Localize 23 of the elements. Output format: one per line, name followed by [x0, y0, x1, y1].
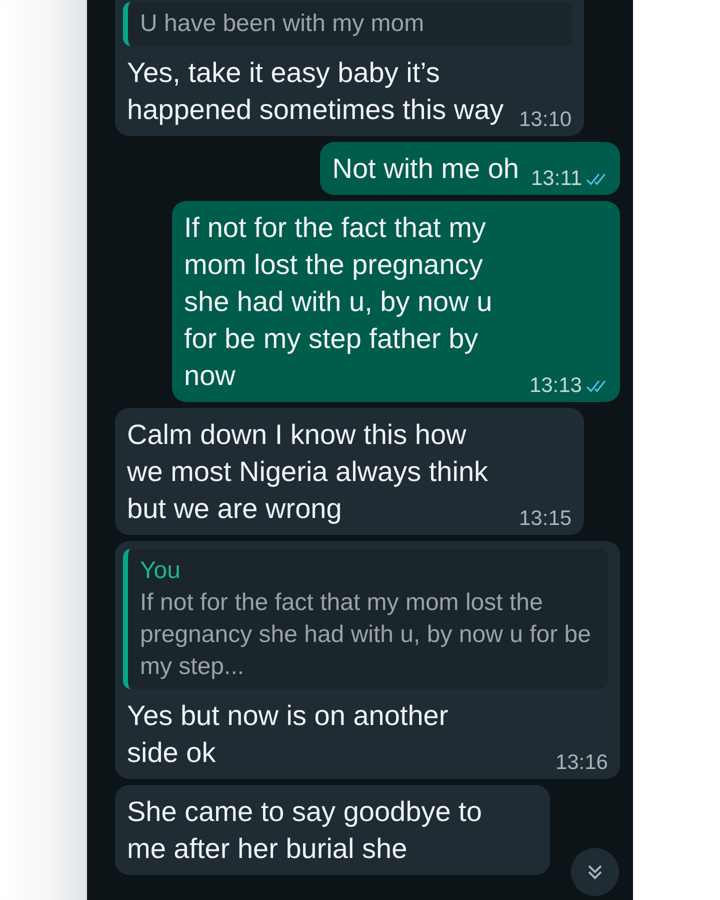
- quote-sender: You: [140, 556, 182, 586]
- message-text: Yes but now is on another side ok: [127, 699, 450, 770]
- message-text: Calm down I know this how we most Nigeria always think but we are wrong: [127, 418, 490, 526]
- message-time: 13:10: [519, 108, 572, 132]
- message-bubble[interactable]: Not with me oh 13:11: [320, 142, 620, 195]
- message-bubble[interactable]: She came to say goodbye to me after her burial she: [115, 785, 550, 875]
- message-bubble[interactable]: Calm down I know this how we most Nigeria always think but we are wrong 13:15: [115, 408, 584, 535]
- message-time: 13:15: [519, 507, 572, 531]
- message-bubble[interactable]: U have been with my mom Yes, take it easy baby it’s happened sometimes this way 13:10: [115, 0, 584, 136]
- message-text: Yes, take it easy baby it’s happened sometimes this way: [127, 56, 505, 127]
- quoted-message[interactable]: You If not for the fact that my mom lost the pregnancy she had with u, by now u for be my step...: [123, 549, 608, 689]
- scroll-down-button[interactable]: [571, 848, 619, 896]
- message-text: Not with me oh: [332, 152, 519, 186]
- message-text: She came to say goodbye to me after her burial she: [127, 795, 483, 866]
- message-time: 13:16: [555, 751, 608, 775]
- quoted-message[interactable]: U have been with my mom: [123, 2, 572, 46]
- message-text: If not for the fact that my mom lost the pregnancy she had with u, by now u for be my step father by now: [184, 211, 494, 393]
- message-time: 13:11: [531, 167, 582, 191]
- message-bubble[interactable]: You If not for the fact that my mom lost the pregnancy she had with u, by now u for be my step... Yes but now is on another side ok 13:16: [115, 541, 620, 779]
- quote-text: If not for the fact that my mom lost the pregnancy she had with u, by now u for be my step...: [140, 588, 592, 682]
- quote-text: U have been with my mom: [140, 9, 426, 39]
- message-bubble[interactable]: If not for the fact that my mom lost the pregnancy she had with u, by now u for be my step father by now 13:13: [172, 201, 620, 402]
- message-time: 13:13: [529, 374, 582, 398]
